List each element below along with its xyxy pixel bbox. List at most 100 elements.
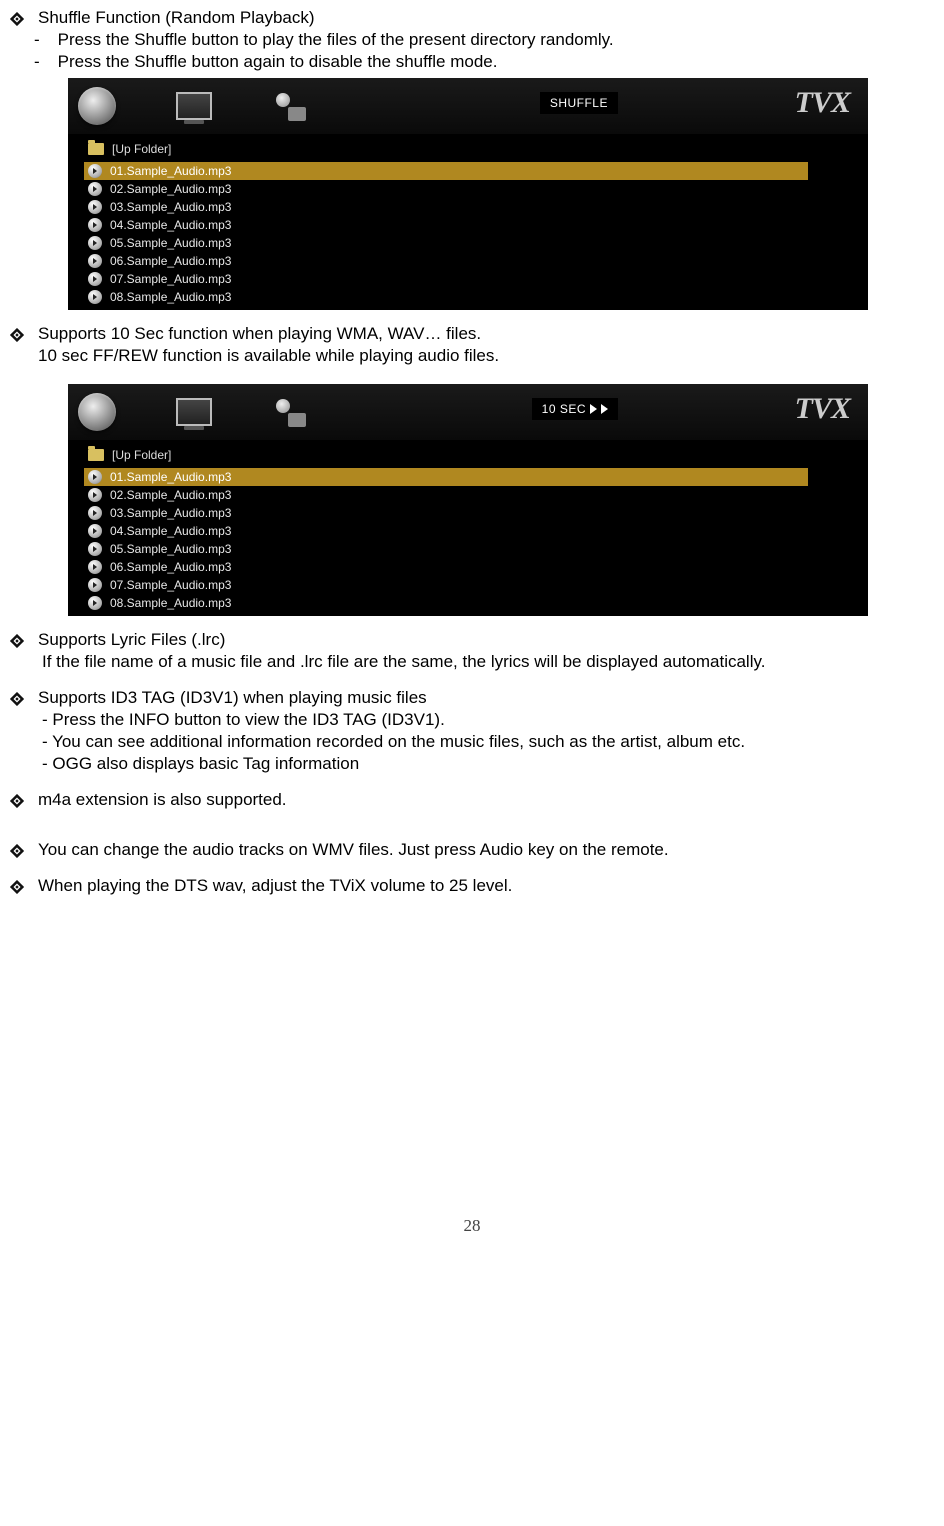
dash-mark: -	[34, 30, 40, 50]
sub-text: If the file name of a music file and .lr…	[10, 652, 934, 672]
file-name: 03.Sample_Audio.mp3	[110, 506, 231, 520]
network-icon	[272, 397, 308, 427]
play-icon	[88, 272, 102, 286]
file-name: 08.Sample_Audio.mp3	[110, 596, 231, 610]
ff-arrow-icon	[590, 404, 597, 414]
bullet-text: You can change the audio tracks on WMV f…	[38, 840, 669, 860]
play-icon	[88, 200, 102, 214]
play-icon	[88, 182, 102, 196]
file-name: 05.Sample_Audio.mp3	[110, 542, 231, 556]
folder-icon	[88, 449, 104, 461]
badge-text: SHUFFLE	[550, 96, 608, 110]
screenshot-shuffle: SHUFFLE TVX [Up Folder] 01.Sample_Audio.…	[10, 78, 934, 310]
hdd-icon	[78, 87, 116, 125]
bullet-text: Shuffle Function (Random Playback)	[38, 8, 315, 28]
diamond-icon	[10, 12, 24, 26]
play-icon	[88, 236, 102, 250]
bullet-id3: Supports ID3 TAG (ID3V1) when playing mu…	[10, 688, 934, 708]
bullet-dts: When playing the DTS wav, adjust the TVi…	[10, 876, 934, 896]
file-name: 04.Sample_Audio.mp3	[110, 218, 231, 232]
bullet-shuffle: Shuffle Function (Random Playback)	[10, 8, 934, 28]
file-row: 06.Sample_Audio.mp3	[68, 252, 868, 270]
play-icon	[88, 488, 102, 502]
tv-icon	[176, 398, 212, 426]
file-row: 03.Sample_Audio.mp3	[68, 198, 868, 216]
sub-text: - Press the INFO button to view the ID3 …	[10, 710, 934, 730]
file-name: 02.Sample_Audio.mp3	[110, 182, 231, 196]
up-folder-label: [Up Folder]	[112, 448, 171, 462]
up-folder-label: [Up Folder]	[112, 142, 171, 156]
file-name: 06.Sample_Audio.mp3	[110, 560, 231, 574]
file-row: 02.Sample_Audio.mp3	[68, 486, 868, 504]
file-row: 03.Sample_Audio.mp3	[68, 504, 868, 522]
file-row: 05.Sample_Audio.mp3	[68, 540, 868, 558]
file-name: 01.Sample_Audio.mp3	[110, 164, 231, 178]
dash-item: - Press the Shuffle button to play the f…	[10, 30, 934, 50]
sub-text: - OGG also displays basic Tag informatio…	[10, 754, 934, 774]
play-icon	[88, 506, 102, 520]
tvx-logo: TVX	[795, 392, 850, 426]
file-name: 07.Sample_Audio.mp3	[110, 578, 231, 592]
folder-icon	[88, 143, 104, 155]
screenshot-10sec: 10 SEC TVX [Up Folder] 01.Sample_Audio.m…	[10, 384, 934, 616]
file-name: 02.Sample_Audio.mp3	[110, 488, 231, 502]
status-badge-shuffle: SHUFFLE	[540, 92, 618, 114]
file-row: 07.Sample_Audio.mp3	[68, 576, 868, 594]
hdd-icon	[78, 393, 116, 431]
file-row: 07.Sample_Audio.mp3	[68, 270, 868, 288]
ff-arrow-icon	[601, 404, 608, 414]
file-row: 08.Sample_Audio.mp3	[68, 594, 868, 616]
play-icon	[88, 470, 102, 484]
file-row-selected: 01.Sample_Audio.mp3	[84, 162, 808, 180]
dash-mark: -	[34, 52, 40, 72]
bullet-text: Supports 10 Sec function when playing WM…	[38, 324, 481, 344]
dash-item: - Press the Shuffle button again to disa…	[10, 52, 934, 72]
bullet-text: Supports ID3 TAG (ID3V1) when playing mu…	[38, 688, 427, 708]
play-icon	[88, 290, 102, 304]
network-icon	[272, 91, 308, 121]
file-name: 06.Sample_Audio.mp3	[110, 254, 231, 268]
tvx-logo: TVX	[795, 86, 850, 120]
file-name: 08.Sample_Audio.mp3	[110, 290, 231, 304]
play-icon	[88, 254, 102, 268]
file-row: 08.Sample_Audio.mp3	[68, 288, 868, 310]
file-name: 04.Sample_Audio.mp3	[110, 524, 231, 538]
dash-text: Press the Shuffle button to play the fil…	[58, 30, 614, 50]
bullet-10sec: Supports 10 Sec function when playing WM…	[10, 324, 934, 344]
file-row: 04.Sample_Audio.mp3	[68, 216, 868, 234]
play-icon	[88, 524, 102, 538]
file-name: 05.Sample_Audio.mp3	[110, 236, 231, 250]
continuation-line: 10 sec FF/REW function is available whil…	[10, 346, 934, 366]
bullet-text: Supports Lyric Files (.lrc)	[38, 630, 225, 650]
play-icon	[88, 218, 102, 232]
play-icon	[88, 596, 102, 610]
badge-text: 10 SEC	[542, 402, 586, 416]
diamond-icon	[10, 880, 24, 894]
sub-text: - You can see additional information rec…	[10, 732, 934, 752]
file-row-selected: 01.Sample_Audio.mp3	[84, 468, 808, 486]
status-badge-10sec: 10 SEC	[532, 398, 618, 420]
diamond-icon	[10, 328, 24, 342]
diamond-icon	[10, 634, 24, 648]
diamond-icon	[10, 692, 24, 706]
file-row: 05.Sample_Audio.mp3	[68, 234, 868, 252]
file-row: 06.Sample_Audio.mp3	[68, 558, 868, 576]
bullet-wmv: You can change the audio tracks on WMV f…	[10, 840, 934, 860]
bullet-text: m4a extension is also supported.	[38, 790, 287, 810]
bullet-lyric: Supports Lyric Files (.lrc)	[10, 630, 934, 650]
page-number: 28	[10, 1216, 934, 1236]
play-icon	[88, 542, 102, 556]
bullet-m4a: m4a extension is also supported.	[10, 790, 934, 810]
up-folder-row: [Up Folder]	[68, 440, 868, 468]
play-icon	[88, 164, 102, 178]
diamond-icon	[10, 794, 24, 808]
up-folder-row: [Up Folder]	[68, 134, 868, 162]
tv-icon	[176, 92, 212, 120]
bullet-text: When playing the DTS wav, adjust the TVi…	[38, 876, 512, 896]
dash-text: Press the Shuffle button again to disabl…	[58, 52, 498, 72]
play-icon	[88, 560, 102, 574]
file-row: 02.Sample_Audio.mp3	[68, 180, 868, 198]
file-name: 03.Sample_Audio.mp3	[110, 200, 231, 214]
play-icon	[88, 578, 102, 592]
diamond-icon	[10, 844, 24, 858]
